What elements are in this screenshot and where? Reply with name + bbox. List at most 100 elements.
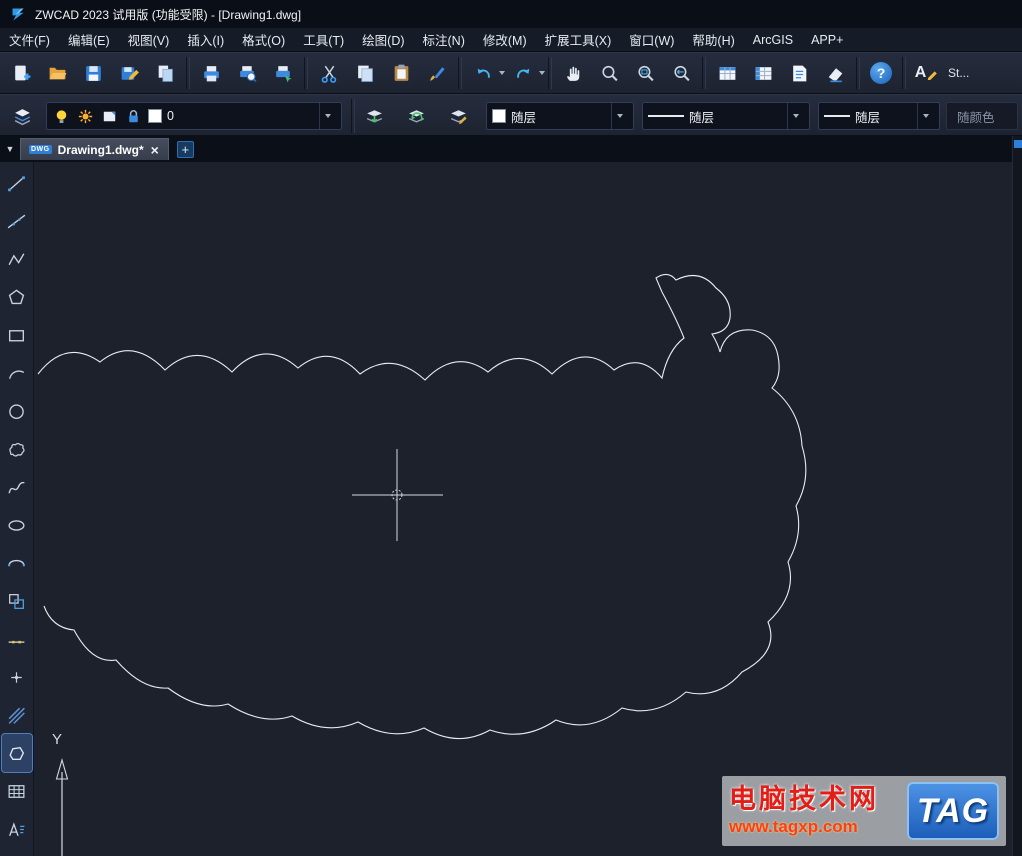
layer-dropdown-arrow[interactable] — [319, 103, 336, 129]
copy-button[interactable] — [347, 56, 383, 90]
menu-tools[interactable]: 工具(T) — [294, 27, 353, 52]
draw-tool-circle[interactable] — [2, 392, 32, 430]
plot-preview-icon — [239, 65, 256, 82]
tab-drawing1[interactable]: DWG Drawing1.dwg* × — [20, 138, 169, 160]
layer-make-current-button[interactable] — [356, 99, 392, 133]
spreadsheet-button[interactable] — [745, 56, 781, 90]
draw-tool-table[interactable] — [2, 772, 32, 810]
cut-button[interactable] — [311, 56, 347, 90]
new-button[interactable] — [3, 56, 39, 90]
draw-tool-spline[interactable] — [2, 468, 32, 506]
color-value: 随层 — [511, 110, 537, 125]
open-button[interactable] — [39, 56, 75, 90]
publish-button[interactable] — [265, 56, 301, 90]
menu-express-tools[interactable]: 扩展工具(X) — [536, 27, 621, 52]
watermark-title: 电脑技术网 — [729, 784, 879, 815]
toolbar-separator — [548, 57, 552, 89]
zoom-window-button[interactable] — [627, 56, 663, 90]
palette-handle[interactable] — [1014, 140, 1022, 148]
menu-insert[interactable]: 插入(I) — [178, 27, 233, 52]
toolbar-separator — [304, 57, 308, 89]
menu-arcgis[interactable]: ArcGIS — [744, 30, 802, 50]
draw-tool-mtext[interactable] — [2, 810, 32, 848]
watermark-badge: TAG — [907, 782, 999, 840]
menu-help[interactable]: 帮助(H) — [683, 27, 743, 52]
zoom-previous-button[interactable] — [663, 56, 699, 90]
linetype-dropdown-arrow[interactable] — [787, 103, 804, 129]
standard-toolbar: ? A St... — [0, 52, 1022, 94]
redo-dropdown-caret[interactable] — [539, 71, 545, 75]
draw-tool-insert-block[interactable] — [2, 582, 32, 620]
open-icon — [49, 67, 66, 79]
tab-list-dropdown[interactable]: ▼ — [2, 138, 18, 160]
toolbar-separator — [351, 99, 355, 133]
layer-previous-button[interactable] — [398, 99, 434, 133]
menu-format[interactable]: 格式(O) — [233, 27, 294, 52]
ellipse-arc-icon — [8, 559, 25, 566]
draw-tool-construction-line[interactable] — [2, 202, 32, 240]
match-properties-icon — [429, 66, 445, 81]
layer-make-current-icon — [366, 109, 382, 122]
menu-view[interactable]: 视图(V) — [119, 27, 179, 52]
toolbar-separator — [458, 57, 462, 89]
menu-dimension[interactable]: 标注(N) — [414, 27, 474, 52]
erase-button[interactable] — [817, 56, 853, 90]
text-style-button[interactable]: A — [909, 56, 945, 90]
export-button[interactable] — [147, 56, 183, 90]
menu-draw[interactable]: 绘图(D) — [353, 27, 413, 52]
ucs-y-label: Y — [52, 731, 62, 748]
color-dropdown-arrow[interactable] — [611, 103, 628, 129]
drawing-canvas[interactable]: Y — [34, 162, 1012, 856]
zoom-window-icon — [637, 65, 654, 81]
draw-tool-ellipse[interactable] — [2, 506, 32, 544]
menu-edit[interactable]: 编辑(E) — [59, 27, 119, 52]
undo-button[interactable] — [465, 56, 501, 90]
draw-tool-polyline[interactable] — [2, 240, 32, 278]
draw-tool-hatch[interactable] — [2, 696, 32, 734]
redo-icon — [516, 68, 529, 78]
toolbar-separator — [186, 57, 190, 89]
menu-item-label: 修改(M) — [482, 34, 527, 48]
tab-close-icon[interactable]: × — [150, 143, 160, 157]
lineweight-dropdown-arrow[interactable] — [917, 103, 934, 129]
layer-match-icon — [450, 109, 467, 124]
save-button[interactable] — [75, 56, 111, 90]
eraser-icon — [828, 67, 842, 82]
menu-window[interactable]: 窗口(W) — [620, 27, 683, 52]
save-as-button[interactable] — [111, 56, 147, 90]
help-button[interactable]: ? — [863, 56, 899, 90]
draw-tool-wipeout[interactable] — [0, 733, 33, 773]
paste-button[interactable] — [383, 56, 419, 90]
new-tab-button[interactable]: + — [176, 140, 194, 158]
menu-file[interactable]: 文件(F) — [0, 27, 59, 52]
color-combobox[interactable]: 随层 — [486, 102, 634, 130]
layer-manager-button[interactable] — [4, 99, 40, 133]
draw-tool-polygon[interactable] — [2, 278, 32, 316]
draw-tool-ellipse-arc[interactable] — [2, 544, 32, 582]
draw-tool-rectangle[interactable] — [2, 316, 32, 354]
draw-tool-revision-cloud[interactable] — [2, 430, 32, 468]
match-properties-button[interactable] — [419, 56, 455, 90]
draw-tool-point[interactable] — [2, 658, 32, 696]
freeze-icon — [78, 109, 93, 123]
bulb-icon — [56, 109, 67, 123]
table-button[interactable] — [709, 56, 745, 90]
layer-match-button[interactable] — [440, 99, 476, 133]
sheep-cloud-entity[interactable] — [37, 273, 807, 740]
save-icon — [85, 65, 101, 81]
plot-preview-button[interactable] — [229, 56, 265, 90]
draw-tool-divide[interactable] — [2, 620, 32, 658]
redo-button[interactable] — [505, 56, 541, 90]
menu-item-label: 窗口(W) — [629, 34, 675, 48]
layer-combobox[interactable]: 0 — [46, 102, 342, 130]
lineweight-combobox[interactable]: 随层 — [818, 102, 940, 130]
plot-button[interactable] — [193, 56, 229, 90]
text-document-button[interactable] — [781, 56, 817, 90]
menu-app-plus[interactable]: APP+ — [802, 30, 852, 50]
menu-modify[interactable]: 修改(M) — [474, 27, 536, 52]
draw-tool-arc[interactable] — [2, 354, 32, 392]
zoom-realtime-button[interactable] — [591, 56, 627, 90]
draw-tool-line[interactable] — [2, 164, 32, 202]
pan-button[interactable] — [555, 56, 591, 90]
linetype-combobox[interactable]: 随层 — [642, 102, 810, 130]
